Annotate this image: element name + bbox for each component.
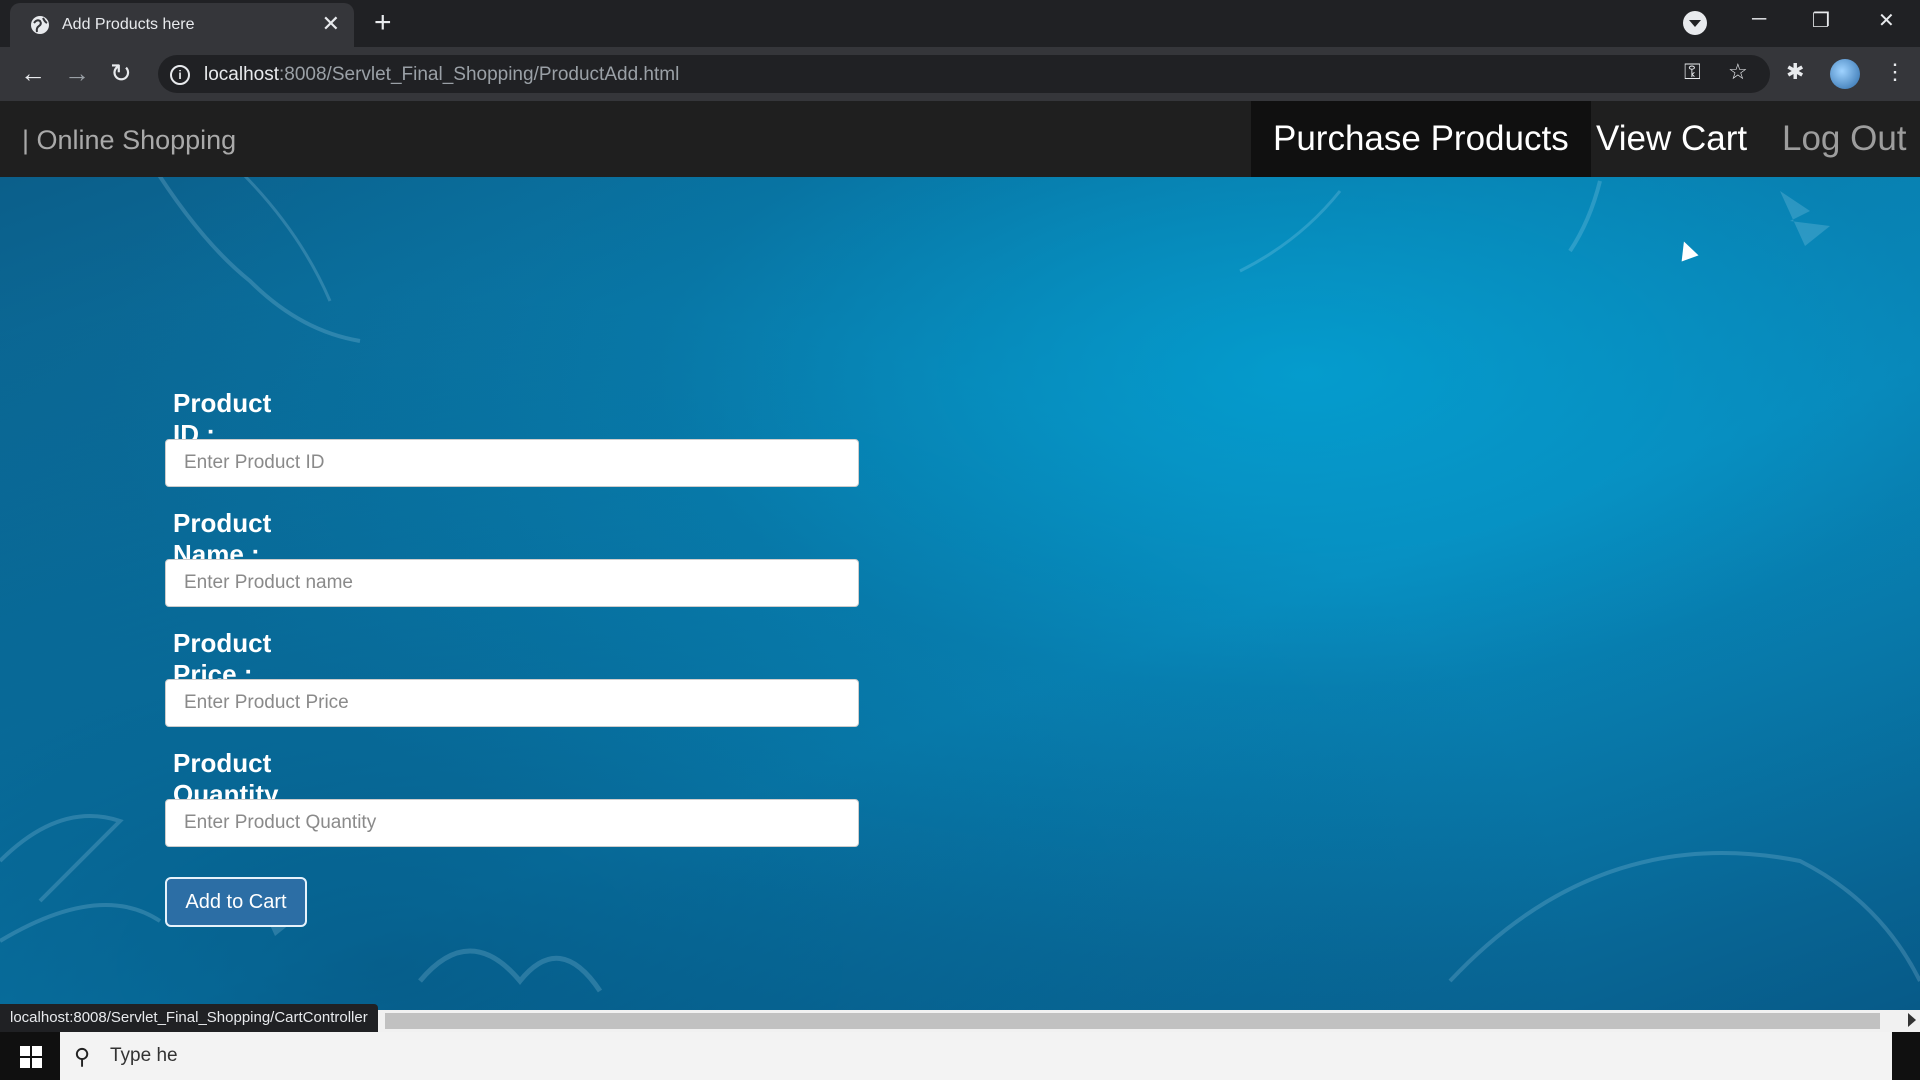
extensions-icon[interactable]: ✱ [1786,59,1804,85]
link-status-bubble: localhost:8008/Servlet_Final_Shopping/Ca… [0,1004,378,1032]
site-info-icon[interactable]: i [170,65,190,85]
nav-purchase-products[interactable]: Purchase Products [1251,101,1591,177]
globe-icon [31,16,49,34]
product-price-input[interactable] [165,679,859,727]
search-icon: ⚲ [74,1044,91,1069]
tab-title: Add Products here [62,16,195,33]
forward-icon[interactable]: → [64,59,90,87]
add-to-cart-button[interactable]: Add to Cart [165,877,307,927]
taskbar-search-text: Type he [110,1045,178,1066]
windows-taskbar: ⚲ Type he [0,1032,1920,1080]
profile-avatar[interactable] [1830,59,1860,89]
back-icon[interactable]: ← [20,59,46,87]
close-tab-icon[interactable]: ✕ [322,12,340,36]
address-bar[interactable]: i localhost:8008/Servlet_Final_Shopping/… [158,55,1770,93]
taskbar-search-box[interactable]: ⚲ Type he [60,1032,1892,1080]
browser-toolbar: ← → ↻ i localhost:8008/Servlet_Final_Sho… [0,47,1920,101]
window-close-icon[interactable]: ✕ [1878,8,1895,33]
scrollbar-thumb[interactable] [385,1013,1880,1029]
restore-icon[interactable]: ❐ [1812,8,1830,33]
browser-tab[interactable]: Add Products here ✕ [10,3,354,47]
key-icon[interactable]: ⚿ [1684,59,1701,85]
minimize-icon[interactable]: ─ [1752,8,1766,31]
windows-start-icon[interactable] [20,1046,42,1068]
product-id-input[interactable] [165,439,859,487]
brand-title[interactable]: | Online Shopping [22,125,236,156]
product-name-input[interactable] [165,559,859,607]
reload-icon[interactable]: ↻ [110,59,132,87]
product-quantity-input[interactable] [165,799,859,847]
new-tab-icon[interactable]: + [374,8,392,38]
tab-search-icon[interactable] [1683,11,1707,35]
nav-view-cart[interactable]: View Cart [1596,101,1747,177]
menu-kebab-icon[interactable]: ⋮ [1884,59,1906,85]
browser-tab-strip: Add Products here ✕ + ─ ❐ ✕ [0,0,1920,47]
scroll-right-arrow-icon[interactable] [1908,1013,1916,1027]
site-navbar: | Online Shopping Purchase Products View… [0,101,1920,177]
url-path: :8008/Servlet_Final_Shopping/ProductAdd.… [279,64,680,85]
page-content: | Online Shopping Purchase Products View… [0,101,1920,1010]
background-decoration [0,159,1920,993]
nav-log-out[interactable]: Log Out [1782,101,1907,177]
url-text: localhost:8008/Servlet_Final_Shopping/Pr… [204,64,679,86]
bookmark-star-icon[interactable]: ☆ [1728,59,1748,85]
url-host: localhost [204,64,279,85]
